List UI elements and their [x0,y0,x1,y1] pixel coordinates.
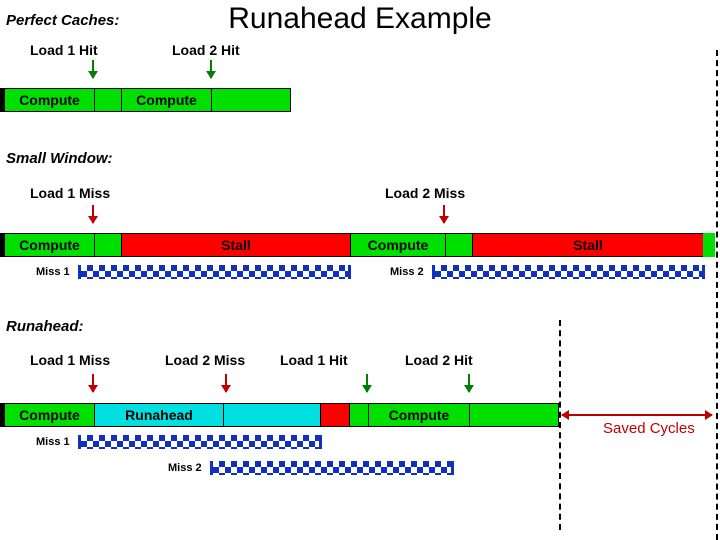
runahead-miss1-bar [78,435,322,449]
arrow-down-icon [92,374,94,392]
small-bar-compute1: Compute [4,233,95,257]
small-bar-tail [703,233,715,257]
arrow-down-icon [443,205,445,223]
small-miss1-label: Miss 1 [36,266,70,278]
runahead-bar-compute2: Compute [368,403,470,427]
perfect-bar-gap2 [211,88,291,112]
perfect-load1-label: Load 1 Hit [30,42,98,58]
saved-cycles-label: Saved Cycles [603,420,695,437]
small-load1-label: Load 1 Miss [30,185,110,201]
runahead-bar-compute1: Compute [4,403,95,427]
section-runahead-label: Runahead: [6,318,84,335]
runahead-miss2-bar [210,461,454,475]
perfect-bar-compute2: Compute [121,88,212,112]
arrow-down-icon [366,374,368,392]
page-right-edge [716,50,718,540]
perfect-bar-compute1: Compute [4,88,95,112]
small-load2-label: Load 2 Miss [385,185,465,201]
small-bar-stall1: Stall [121,233,351,257]
runahead-bar-redgap [320,403,350,427]
runahead-load2hit-label: Load 2 Hit [405,352,473,368]
runahead-load2miss-label: Load 2 Miss [165,352,245,368]
arrow-down-icon [92,205,94,223]
saved-cycles-arrow [562,414,712,416]
small-bar-gap2 [445,233,473,257]
small-bar-gap1 [94,233,122,257]
runahead-load1miss-label: Load 1 Miss [30,352,110,368]
perfect-bar-gap1 [94,88,122,112]
small-miss2-bar [432,265,705,279]
runahead-bar-gapB [469,403,559,427]
runahead-bar-runahead-tail [223,403,321,427]
section-perfect-label: Perfect Caches: [6,12,119,29]
runahead-bar-gapA [349,403,369,427]
small-miss2-label: Miss 2 [390,266,424,278]
arrow-down-icon [225,374,227,392]
small-bar-compute2: Compute [350,233,446,257]
section-small-label: Small Window: [6,150,113,167]
small-miss1-bar [78,265,351,279]
arrow-down-icon [468,374,470,392]
arrow-down-icon [92,60,94,78]
runahead-miss1-label: Miss 1 [36,436,70,448]
runahead-load1hit-label: Load 1 Hit [280,352,348,368]
runahead-bar-runahead: Runahead [94,403,224,427]
arrow-down-icon [210,60,212,78]
runahead-end-marker [559,320,561,530]
perfect-load2-label: Load 2 Hit [172,42,240,58]
runahead-miss2-label: Miss 2 [168,462,202,474]
small-bar-stall2: Stall [472,233,704,257]
